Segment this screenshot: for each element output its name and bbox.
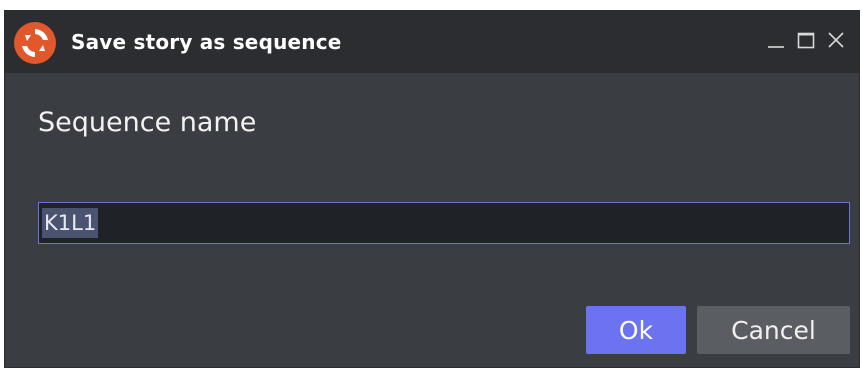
title-bar[interactable]: Save story as sequence — [5, 11, 859, 73]
cancel-button[interactable]: Cancel — [697, 306, 850, 354]
sequence-name-value[interactable]: K1L1 — [42, 208, 99, 238]
sequence-name-label: Sequence name — [38, 107, 257, 138]
window-controls — [765, 25, 847, 55]
save-sequence-dialog: Save story as sequence Sequence name K1L… — [4, 10, 860, 368]
minimize-icon[interactable] — [765, 27, 787, 53]
dialog-title: Save story as sequence — [71, 30, 342, 54]
maximize-icon[interactable] — [795, 27, 817, 53]
app-logo-icon — [13, 21, 57, 65]
ok-button[interactable]: Ok — [586, 306, 686, 354]
close-icon[interactable] — [825, 27, 847, 53]
sequence-name-input[interactable]: K1L1 — [38, 202, 850, 244]
